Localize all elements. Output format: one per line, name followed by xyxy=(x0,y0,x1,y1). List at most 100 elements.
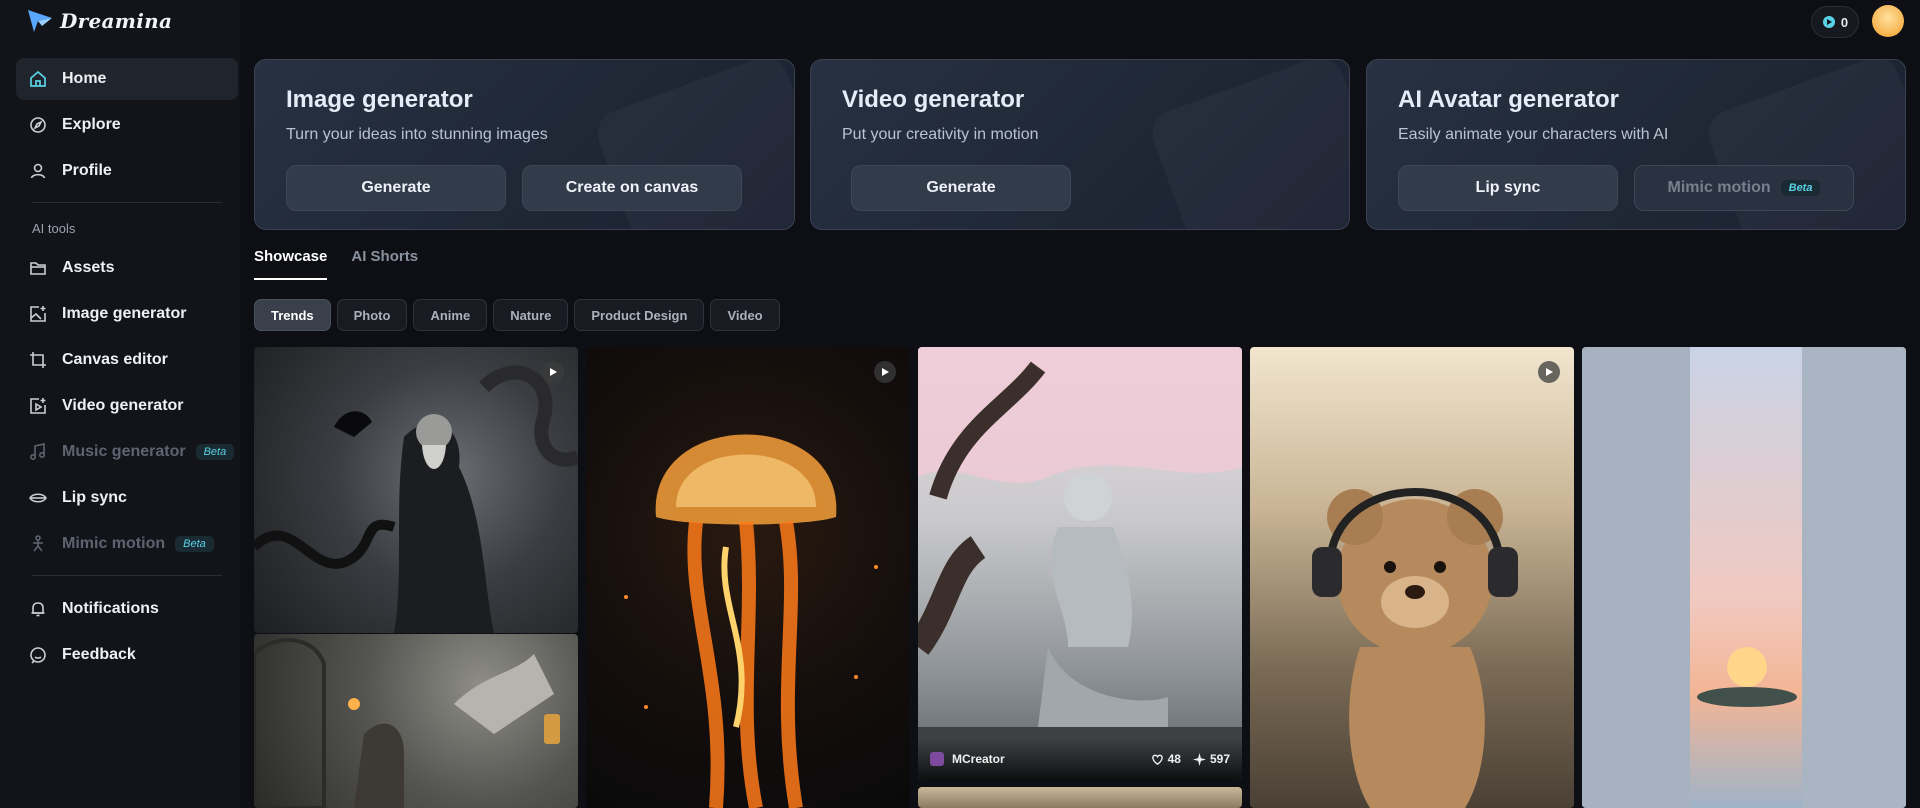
credits-button[interactable]: 0 xyxy=(1811,6,1859,38)
create-on-canvas-button[interactable]: Create on canvas xyxy=(522,165,742,211)
logo[interactable]: Dreamina xyxy=(26,6,172,36)
gallery-tile[interactable] xyxy=(254,347,578,633)
folder-icon xyxy=(28,258,48,278)
sidebar-item-label: Image generator xyxy=(62,305,187,322)
sidebar-item-label: Music generator xyxy=(62,443,186,460)
music-icon xyxy=(28,442,48,462)
play-icon[interactable] xyxy=(1538,361,1560,383)
tile-artwork xyxy=(254,365,578,633)
sidebar-item-notifications[interactable]: Notifications xyxy=(16,588,238,630)
sidebar-item-label: Lip sync xyxy=(62,489,127,506)
filter-photo[interactable]: Photo xyxy=(336,299,408,331)
card-title: Image generator xyxy=(286,86,473,113)
author-avatar xyxy=(930,752,944,766)
filter-trends[interactable]: Trends xyxy=(254,299,331,331)
sidebar-item-music-generator[interactable]: Music generator Beta xyxy=(16,431,238,473)
gallery-tile[interactable] xyxy=(1250,347,1574,808)
filter-product-design[interactable]: Product Design xyxy=(574,299,705,331)
bell-icon xyxy=(28,599,48,619)
sidebar-item-assets[interactable]: Assets xyxy=(16,247,238,289)
video-generator-card: Video generator Put your creativity in m… xyxy=(810,59,1350,230)
tile-artwork xyxy=(254,638,560,808)
lip-sync-button[interactable]: Lip sync xyxy=(1398,165,1618,211)
sidebar-item-lip-sync[interactable]: Lip sync xyxy=(16,477,238,519)
gallery-tile[interactable] xyxy=(586,347,910,808)
filter-video[interactable]: Video xyxy=(710,299,780,331)
card-title: Video generator xyxy=(842,86,1025,113)
image-generate-button[interactable]: Generate xyxy=(286,165,506,211)
sidebar-item-label: Assets xyxy=(62,259,115,276)
card-subtitle: Turn your ideas into stunning images xyxy=(286,126,548,143)
sidebar: Dreamina Home Explore Profile AI tools A… xyxy=(0,0,240,808)
filter-anime[interactable]: Anime xyxy=(413,299,488,331)
tile-artwork xyxy=(1582,347,1906,808)
sidebar-item-home[interactable]: Home xyxy=(16,58,238,100)
lip-sync-icon xyxy=(28,488,48,508)
sidebar-item-label: Explore xyxy=(62,116,121,133)
remix-button[interactable]: 597 xyxy=(1192,752,1230,766)
sidebar-item-label: Home xyxy=(62,70,107,87)
beta-badge: Beta xyxy=(195,444,235,460)
tab-ai-shorts[interactable]: AI Shorts xyxy=(351,248,418,280)
sidebar-section-label: AI tools xyxy=(32,221,76,236)
tab-showcase[interactable]: Showcase xyxy=(254,248,328,280)
sidebar-item-video-generator[interactable]: Video generator xyxy=(16,385,238,427)
sidebar-divider xyxy=(32,575,222,576)
sidebar-divider xyxy=(32,202,222,203)
credit-coin-icon xyxy=(1822,16,1835,28)
card-subtitle: Easily animate your characters with AI xyxy=(1398,126,1669,143)
card-title: AI Avatar generator xyxy=(1398,86,1619,113)
tile-artwork xyxy=(918,347,1242,779)
play-icon[interactable] xyxy=(874,361,896,383)
gallery-tile[interactable] xyxy=(254,634,578,808)
tile-author[interactable]: MCreator xyxy=(930,752,1139,766)
gallery-tile[interactable] xyxy=(918,787,1242,808)
card-subtitle: Put your creativity in motion xyxy=(842,126,1039,143)
sidebar-item-label: Profile xyxy=(62,162,112,179)
remix-count: 597 xyxy=(1209,752,1230,766)
sidebar-nav: Home Explore Profile AI tools Assets Ima… xyxy=(16,58,238,680)
user-icon xyxy=(28,161,48,181)
image-generator-card: Image generator Turn your ideas into stu… xyxy=(254,59,795,230)
beta-badge: Beta xyxy=(1780,180,1821,196)
compass-icon xyxy=(28,115,48,135)
gallery-tabs: Showcase AI Shorts xyxy=(254,248,418,280)
sidebar-item-mimic-motion[interactable]: Mimic motion Beta xyxy=(16,523,238,565)
sidebar-item-profile[interactable]: Profile xyxy=(16,150,238,192)
gallery-tile-featured[interactable]: MCreator 48 597 xyxy=(918,347,1242,779)
video-generate-button[interactable]: Generate xyxy=(851,165,1071,211)
dreamina-logo-icon xyxy=(28,10,52,32)
sidebar-item-label: Notifications xyxy=(62,600,159,617)
sidebar-item-image-generator[interactable]: Image generator xyxy=(16,293,238,335)
sidebar-item-canvas-editor[interactable]: Canvas editor xyxy=(16,339,238,381)
sidebar-item-explore[interactable]: Explore xyxy=(16,104,238,146)
likes-count: 48 xyxy=(1167,752,1181,766)
filter-nature[interactable]: Nature xyxy=(493,299,569,331)
motion-icon xyxy=(28,534,48,554)
home-icon xyxy=(28,69,48,89)
feedback-icon xyxy=(28,645,48,665)
sidebar-item-feedback[interactable]: Feedback xyxy=(16,634,238,676)
tile-artwork xyxy=(624,434,878,808)
author-name: MCreator xyxy=(952,752,1005,766)
video-plus-icon xyxy=(28,396,48,416)
sparkle-icon xyxy=(1192,752,1206,766)
sidebar-item-label: Mimic motion xyxy=(62,535,166,552)
likes-button[interactable]: 48 xyxy=(1151,752,1181,766)
gallery-tile[interactable] xyxy=(1582,347,1906,808)
heart-icon xyxy=(1151,754,1163,765)
mimic-motion-button[interactable]: Mimic motion Beta xyxy=(1634,165,1854,211)
sidebar-item-label: Canvas editor xyxy=(62,351,168,368)
sidebar-item-label: Feedback xyxy=(62,646,136,663)
image-plus-icon xyxy=(28,304,48,324)
play-icon[interactable] xyxy=(542,361,564,383)
brand-name: Dreamina xyxy=(60,9,173,33)
app-root: Dreamina Home Explore Profile AI tools A… xyxy=(0,0,1920,808)
user-avatar[interactable] xyxy=(1872,5,1904,37)
crop-icon xyxy=(28,350,48,370)
beta-badge: Beta xyxy=(175,536,214,552)
tile-footer: MCreator 48 597 xyxy=(918,739,1242,779)
tile-artwork xyxy=(1312,488,1518,808)
credits-count: 0 xyxy=(1840,14,1849,30)
button-label: Mimic motion xyxy=(1667,179,1771,196)
